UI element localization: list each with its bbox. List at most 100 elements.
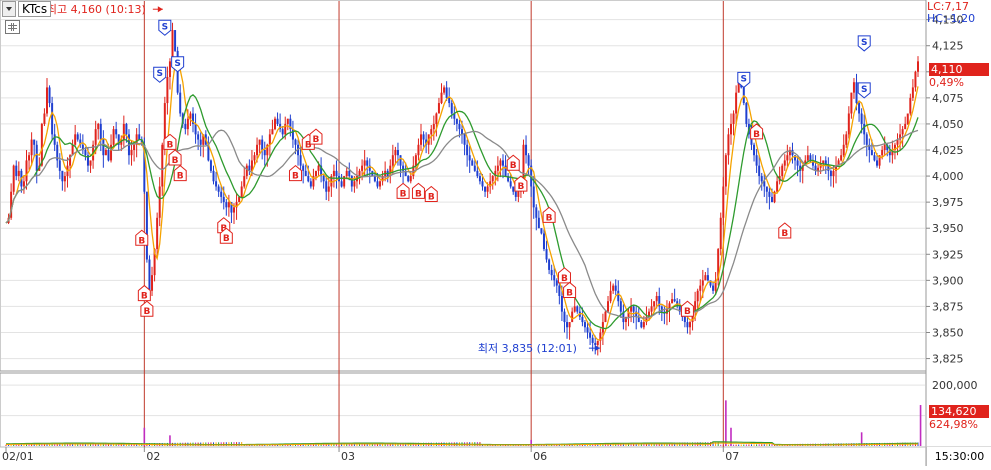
down-candle (873, 155, 876, 161)
down-candle (617, 290, 620, 302)
change-pct-label: 0,49% (929, 76, 964, 89)
current-volume-tag: 134,620 (929, 405, 989, 418)
up-candle (28, 155, 31, 161)
down-candle (51, 103, 54, 135)
down-candle (566, 322, 569, 328)
up-candle (238, 196, 241, 203)
down-candle (548, 259, 551, 270)
down-candle (335, 170, 338, 177)
up-candle (653, 301, 656, 307)
down-candle (396, 150, 399, 156)
down-candle (217, 186, 220, 192)
down-candle (99, 123, 102, 140)
day-label: 07 (725, 450, 739, 463)
down-candle (829, 170, 832, 177)
down-candle (281, 129, 284, 135)
down-candle (514, 191, 517, 197)
buy-signal-letter: B (400, 189, 407, 199)
down-candle (558, 285, 561, 296)
up-candle (496, 165, 499, 171)
down-candle (501, 160, 504, 166)
dropdown-caret-icon[interactable] (2, 1, 16, 17)
down-candle (509, 181, 512, 187)
up-candle (499, 160, 502, 166)
up-candle (268, 134, 271, 145)
up-candle (612, 285, 615, 291)
down-candle (550, 269, 553, 276)
down-candle (863, 123, 866, 135)
down-candle (527, 155, 530, 166)
up-candle (642, 322, 645, 328)
volume-panel (0, 372, 927, 448)
down-candle (466, 144, 469, 156)
up-candle (655, 296, 658, 302)
down-candle (755, 155, 758, 166)
up-candle (245, 165, 248, 177)
price-tick-label: 3,850 (932, 327, 964, 340)
up-candle (74, 134, 77, 145)
up-candle (604, 311, 607, 323)
up-candle (650, 306, 653, 312)
down-candle (445, 87, 448, 98)
down-candle (340, 181, 343, 187)
down-candle (594, 342, 597, 346)
up-candle (727, 134, 730, 156)
up-candle (729, 123, 732, 135)
down-candle (478, 176, 481, 182)
down-candle (673, 299, 676, 302)
up-candle (353, 181, 356, 187)
day-label: 02/01 (2, 450, 34, 463)
sell-signal-letter: S (156, 69, 162, 79)
down-candle (322, 176, 325, 182)
buy-signal-letter: B (684, 307, 691, 317)
up-candle (186, 118, 189, 130)
down-candle (614, 285, 617, 291)
up-candle (94, 129, 97, 145)
symbol-selector[interactable]: KTcs (2, 1, 52, 17)
down-candle (373, 176, 376, 182)
buy-signal-letter: B (566, 288, 573, 298)
up-candle (806, 155, 809, 161)
down-candle (145, 191, 148, 260)
price-tick-label: 3,825 (932, 353, 964, 366)
grid-table-icon[interactable] (5, 20, 20, 34)
up-candle (253, 155, 256, 161)
down-candle (102, 139, 105, 156)
up-candle (133, 144, 136, 150)
up-candle (732, 113, 735, 124)
up-candle (122, 123, 125, 140)
up-candle (432, 123, 435, 130)
up-candle (906, 113, 909, 124)
up-candle (430, 129, 433, 135)
up-candle (722, 186, 725, 218)
up-candle (917, 61, 919, 72)
down-candle (632, 306, 635, 312)
down-candle (184, 123, 187, 130)
volume-tick-label: 200,000 (932, 379, 978, 392)
buy-signal-letter: B (292, 172, 299, 182)
up-candle (414, 155, 417, 166)
down-candle (138, 134, 141, 140)
buy-signal-letter: B (167, 140, 174, 150)
up-candle (719, 217, 722, 250)
down-candle (706, 275, 709, 281)
up-candle (363, 160, 366, 166)
down-candle (58, 160, 61, 171)
up-candle (671, 299, 674, 304)
down-candle (304, 170, 307, 177)
down-candle (758, 165, 761, 177)
up-candle (850, 92, 853, 114)
up-candle (158, 186, 161, 218)
down-candle (179, 92, 182, 114)
up-candle (491, 176, 494, 182)
down-candle (555, 280, 558, 286)
down-candle (481, 181, 484, 187)
down-candle (484, 186, 487, 192)
up-candle (243, 176, 246, 187)
down-candle (366, 160, 369, 166)
symbol-label[interactable]: KTcs (18, 1, 52, 17)
down-candle (589, 332, 592, 338)
down-candle (222, 196, 225, 203)
up-candle (345, 170, 348, 177)
down-candle (458, 123, 461, 130)
